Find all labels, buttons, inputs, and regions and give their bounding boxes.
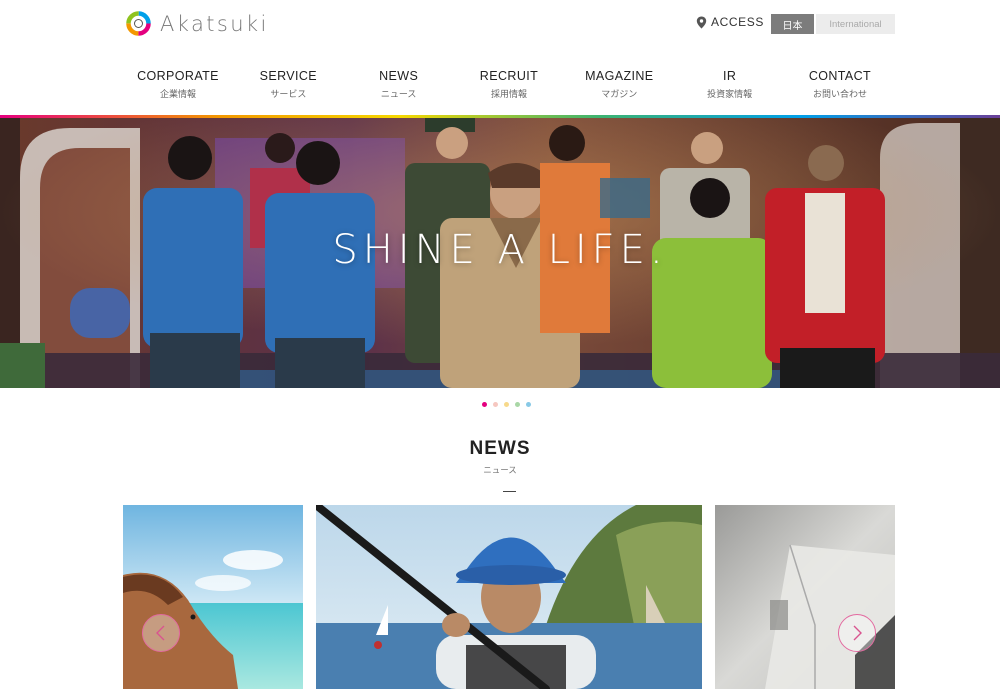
access-link[interactable]: ACCESS [696, 15, 764, 29]
nav-label-en: CORPORATE [137, 69, 219, 83]
nav-item-magazine[interactable]: MAGAZINE マガジン [564, 68, 674, 100]
nav-item-ir[interactable]: IR 投資家情報 [675, 68, 785, 100]
logo-mark-icon [126, 11, 151, 36]
hero-tagline: SHINE A LIFE. [332, 227, 668, 273]
nav-label-ja: マガジン [601, 89, 638, 99]
nav-item-corporate[interactable]: CORPORATE 企業情報 [123, 68, 233, 100]
news-card-image [715, 505, 895, 689]
slider-dot[interactable] [493, 402, 498, 407]
nav-label-en: NEWS [379, 69, 419, 83]
nav-label-en: CONTACT [808, 69, 872, 83]
news-card-image [123, 505, 303, 689]
nav-label-en: SERVICE [259, 69, 318, 83]
nav-label-ja: 企業情報 [159, 89, 196, 99]
map-pin-icon [696, 16, 707, 28]
slider-dot[interactable] [504, 402, 509, 407]
slider-pagination [482, 402, 531, 407]
nav-item-service[interactable]: SERVICE サービス [233, 68, 343, 100]
nav-item-recruit[interactable]: RECRUIT 採用情報 [454, 68, 564, 100]
nav-label-ja: お問い合わせ [812, 89, 867, 99]
logo-wordmark: Akatsuki [160, 11, 269, 36]
site-header: Akatsuki ACCESS 日本 International CORPORA… [0, 0, 1000, 116]
news-card-paddler[interactable] [316, 505, 702, 689]
nav-item-contact[interactable]: CONTACT お問い合わせ [785, 68, 895, 100]
news-title-rule [503, 491, 516, 492]
news-section-title: NEWS [469, 438, 531, 459]
nav-label-ja: ニュース [380, 89, 417, 99]
news-prev-button[interactable] [142, 614, 180, 652]
chevron-right-icon [853, 625, 862, 641]
nav-label-en: IR [722, 69, 737, 83]
news-card-beach-horse[interactable] [123, 505, 303, 689]
news-card-interior[interactable] [715, 505, 895, 689]
slider-dot[interactable] [526, 402, 531, 407]
nav-item-news[interactable]: NEWS ニュース [344, 68, 454, 100]
slider-dot-active[interactable] [482, 402, 487, 407]
lang-japanese-button[interactable]: 日本 [771, 14, 814, 34]
access-label: ACCESS [711, 15, 764, 29]
chevron-left-icon [156, 625, 165, 641]
news-section-subtitle: ニュース [483, 465, 517, 475]
nav-label-ja: 投資家情報 [707, 89, 753, 99]
nav-label-en: MAGAZINE [585, 69, 654, 83]
nav-label-ja: サービス [270, 89, 307, 99]
lang-international-button[interactable]: International [816, 14, 895, 34]
news-card-image [316, 505, 702, 689]
news-next-button[interactable] [838, 614, 876, 652]
nav-label-ja: 採用情報 [490, 89, 527, 99]
slider-dot[interactable] [515, 402, 520, 407]
global-nav: CORPORATE 企業情報 SERVICE サービス NEWS ニュース RE… [123, 68, 895, 100]
nav-label-en: RECRUIT [479, 69, 539, 83]
logo[interactable]: Akatsuki [126, 11, 269, 36]
hero-slide[interactable]: SHINE A LIFE. [0, 118, 1000, 388]
